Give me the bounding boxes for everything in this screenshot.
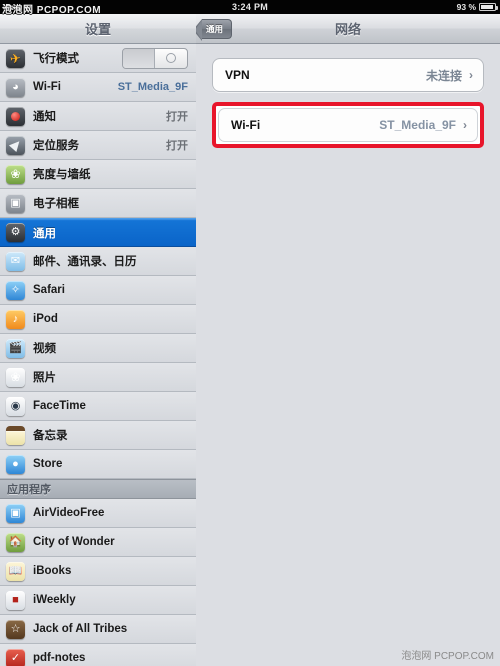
sidebar-item-label: Store	[33, 458, 63, 470]
settings-list[interactable]: ✈ 飞行模式 ◕ Wi-Fi ST_Media_9F 通知 打开 定位服务 打开…	[0, 44, 196, 666]
watermark-bottom: 泡泡网 PCPOP.COM	[401, 651, 494, 662]
detail-header: 通用 网络	[192, 14, 500, 44]
safari-icon: ✧	[6, 280, 25, 300]
store-icon: ●	[6, 454, 25, 474]
sidebar-item-airplane-mode[interactable]: ✈ 飞行模式	[0, 44, 196, 73]
sidebar-item-label: iPod	[33, 313, 58, 325]
sidebar-item-value: 打开	[166, 111, 188, 123]
notes-icon	[6, 425, 25, 445]
sidebar-item-label: Safari	[33, 284, 65, 296]
battery-icon	[479, 3, 498, 11]
sidebar-item-label: pdf-notes	[33, 652, 86, 664]
sidebar-item-label: 定位服务	[33, 140, 79, 152]
detail-body: VPN 未连接 › Wi-Fi ST_Media_9F ›	[196, 44, 500, 666]
sidebar-item-label: 邮件、通讯录、日历	[33, 256, 137, 268]
pdf-notes-icon: ✓	[6, 648, 25, 666]
iweekly-icon: ■	[6, 590, 25, 610]
sidebar-item-mail-contacts-calendars[interactable]: ✉ 邮件、通讯录、日历	[0, 247, 196, 276]
sidebar-item-label: FaceTime	[33, 400, 86, 412]
wifi-icon: ◕	[6, 77, 25, 97]
sidebar-item-label: 电子相框	[33, 198, 79, 210]
sidebar-item-label: 通知	[33, 111, 56, 123]
sidebar-item-video[interactable]: 🎬 视频	[0, 334, 196, 363]
sidebar-item-value: ST_Media_9F	[117, 81, 188, 93]
sidebar-item-notes[interactable]: 备忘录	[0, 421, 196, 450]
sidebar-item-brightness-wallpaper[interactable]: ❀ 亮度与墙纸	[0, 160, 196, 189]
sidebar-item-airvideofree[interactable]: ▣ AirVideoFree	[0, 499, 196, 528]
general-gear-icon: ⚙	[6, 223, 25, 242]
notifications-icon	[6, 106, 25, 126]
sidebar-item-label: 视频	[33, 343, 56, 355]
sidebar-item-label: AirVideoFree	[33, 507, 105, 519]
airvideofree-icon: ▣	[6, 503, 25, 523]
facetime-icon: ◉	[6, 396, 25, 416]
back-button[interactable]: 通用	[192, 19, 233, 41]
wifi-label: Wi-Fi	[231, 118, 261, 132]
ibooks-icon: 📖	[6, 561, 25, 581]
page-title: 网络	[334, 22, 361, 37]
ipad-settings-screen: iPad ▾ 3:24 PM 93 % 泡泡网 PCPOP.COM 泡泡网 PC…	[0, 0, 500, 666]
back-button-label: 通用	[206, 24, 224, 34]
mail-contacts-calendars-icon: ✉	[6, 251, 25, 271]
sidebar-item-city-of-wonder[interactable]: 🏠 City of Wonder	[0, 528, 196, 557]
sidebar-item-label: iWeekly	[33, 594, 76, 606]
sidebar-item-safari[interactable]: ✧ Safari	[0, 276, 196, 305]
photos-icon: ❀	[6, 367, 25, 387]
wifi-network-value: ST_Media_9F	[379, 118, 456, 132]
chevron-right-icon: ›	[463, 118, 467, 132]
sidebar-title: 设置	[0, 14, 196, 44]
wifi-row[interactable]: Wi-Fi ST_Media_9F ›	[218, 108, 478, 142]
chevron-right-icon: ›	[469, 68, 473, 82]
airplane-icon: ✈	[6, 48, 25, 68]
sidebar-item-facetime[interactable]: ◉ FaceTime	[0, 392, 196, 421]
video-icon: 🎬	[6, 338, 25, 358]
sidebar-item-jack-of-all-tribes[interactable]: ☆ Jack of All Tribes	[0, 615, 196, 644]
status-bar-right: 93 %	[456, 0, 498, 14]
sidebar-item-value: 打开	[166, 140, 188, 152]
watermark-top: 泡泡网 PCPOP.COM	[2, 5, 102, 16]
sidebar-item-pdf-notes[interactable]: ✓ pdf-notes	[0, 644, 196, 666]
sidebar-item-label: Wi-Fi	[33, 81, 61, 93]
sidebar-item-ipod[interactable]: ♪ iPod	[0, 305, 196, 334]
sidebar-item-ibooks[interactable]: 📖 iBooks	[0, 557, 196, 586]
sidebar-item-general[interactable]: ⚙ 通用	[0, 218, 196, 247]
sidebar-item-label: 亮度与墙纸	[33, 169, 91, 181]
network-detail-panel: 通用 网络 VPN 未连接 › Wi-Fi ST_Media_9F ›	[192, 14, 500, 666]
wifi-row-highlight: Wi-Fi ST_Media_9F ›	[212, 102, 484, 148]
sidebar-item-label: iBooks	[33, 565, 72, 577]
sidebar-item-wifi[interactable]: ◕ Wi-Fi ST_Media_9F	[0, 73, 196, 102]
sidebar-item-store[interactable]: ● Store	[0, 450, 196, 479]
sidebar-item-picture-frame[interactable]: ▣ 电子相框	[0, 189, 196, 218]
ipod-icon: ♪	[6, 309, 25, 329]
sidebar-item-label: 通用	[33, 227, 56, 240]
battery-percent-label: 93 %	[456, 2, 476, 12]
picture-frame-icon: ▣	[6, 193, 25, 213]
apps-group-header: 应用程序	[0, 479, 196, 499]
jack-of-all-tribes-icon: ☆	[6, 619, 25, 639]
airplane-mode-toggle[interactable]	[122, 47, 188, 69]
city-of-wonder-icon: 🏠	[6, 532, 25, 552]
sidebar-item-label: 飞行模式	[33, 53, 79, 65]
location-services-icon	[6, 135, 25, 155]
sidebar-item-label: 照片	[33, 372, 56, 384]
vpn-status-value: 未连接	[425, 68, 462, 83]
vpn-label: VPN	[225, 68, 250, 82]
brightness-wallpaper-icon: ❀	[6, 164, 25, 184]
sidebar-item-label: City of Wonder	[33, 536, 115, 548]
sidebar-item-photos[interactable]: ❀ 照片	[0, 363, 196, 392]
settings-sidebar: 设置 ✈ 飞行模式 ◕ Wi-Fi ST_Media_9F 通知 打开 定位服务…	[0, 14, 196, 666]
vpn-row[interactable]: VPN 未连接 ›	[212, 58, 484, 92]
sidebar-item-iweekly[interactable]: ■ iWeekly	[0, 586, 196, 615]
sidebar-item-location-services[interactable]: 定位服务 打开	[0, 131, 196, 160]
sidebar-item-label: 备忘录	[33, 430, 68, 442]
sidebar-item-notifications[interactable]: 通知 打开	[0, 102, 196, 131]
sidebar-item-label: Jack of All Tribes	[33, 623, 128, 635]
